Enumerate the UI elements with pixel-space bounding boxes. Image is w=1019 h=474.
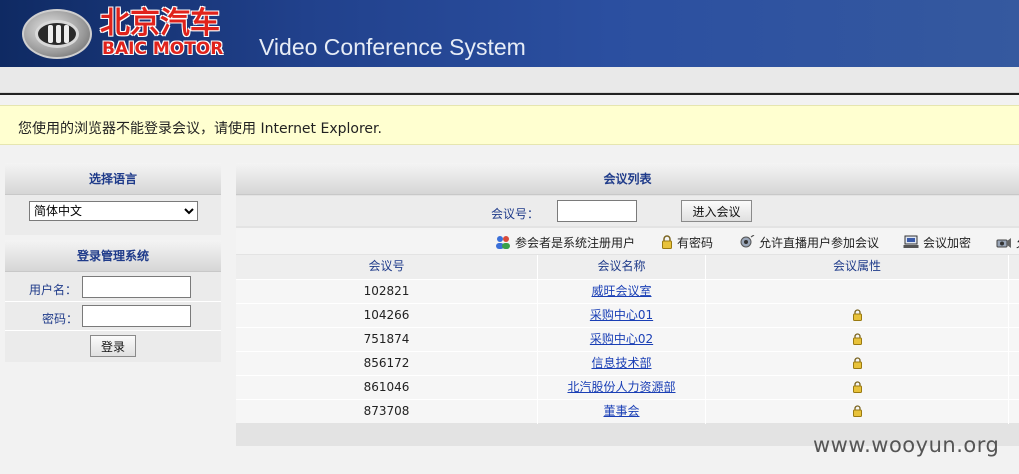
conference-name-cell: 采购中心02 — [538, 328, 706, 352]
lock-icon — [661, 235, 673, 252]
logo-english-text: BAIC MOTOR — [102, 39, 224, 59]
conference-number-cell: 751874 — [236, 328, 538, 352]
conference-name-link[interactable]: 信息技术部 — [591, 356, 651, 370]
username-input[interactable] — [82, 276, 191, 298]
watermark: www.wooyun.org — [813, 433, 1000, 457]
sub-header-bar — [0, 67, 1019, 93]
divider — [5, 301, 221, 302]
language-panel: 选择语言 简体中文 — [5, 163, 221, 235]
conference-number-cell: 104266 — [236, 304, 538, 328]
conference-number-cell: 856172 — [236, 352, 538, 376]
conference-name-link[interactable]: 威旺会议室 — [591, 284, 651, 298]
conference-extra-cell — [1009, 352, 1019, 376]
browser-warning-banner: 您使用的浏览器不能登录会议，请使用 Internet Explorer. — [0, 105, 1019, 145]
column-header-extra — [1009, 255, 1019, 279]
legend-item: 参会者是系统注册用户 — [495, 234, 635, 252]
registered-users-icon — [495, 235, 511, 252]
legend-label: 有密码 — [677, 236, 714, 250]
language-select[interactable]: 简体中文 — [29, 201, 198, 221]
legend-item: 有密码 — [661, 234, 713, 252]
conference-name-cell: 采购中心01 — [538, 304, 706, 328]
legend-row: 参会者是系统注册用户 有密码 允许直播用户参加会议 会议加密 允 — [236, 228, 1019, 254]
lock-icon — [852, 402, 862, 417]
lock-icon — [852, 378, 862, 393]
login-button[interactable]: 登录 — [90, 335, 136, 357]
conference-number-cell: 102821 — [236, 280, 538, 304]
language-panel-title: 选择语言 — [5, 163, 221, 195]
join-conference-button[interactable]: 进入会议 — [681, 200, 752, 222]
browser-warning-text: 您使用的浏览器不能登录会议，请使用 Internet Explorer. — [18, 121, 382, 137]
table-row: 102821 威旺会议室 — [236, 279, 1019, 304]
legend-item: 会议加密 — [903, 234, 971, 252]
username-label: 用户名： — [29, 283, 78, 297]
table-row: 104266 采购中心01 — [236, 303, 1019, 328]
conference-attributes-cell — [706, 376, 1009, 400]
conference-name-link[interactable]: 董事会 — [603, 404, 639, 418]
conference-attributes-cell — [706, 400, 1009, 424]
conference-number-cell: 873708 — [236, 400, 538, 424]
legend-label: 参会者是系统注册用户 — [515, 236, 636, 250]
conference-extra-cell — [1009, 328, 1019, 352]
conference-name-link[interactable]: 采购中心02 — [590, 332, 653, 346]
table-header: 会议号 会议名称 会议属性 — [236, 255, 1019, 279]
app-header: 北京汽车 BAIC MOTOR Video Conference System — [0, 0, 1019, 67]
lock-icon — [852, 354, 862, 369]
conference-attributes-cell — [706, 280, 1009, 304]
lock-icon — [852, 330, 862, 345]
lock-icon — [852, 306, 862, 321]
table-row: 751874 采购中心02 — [236, 327, 1019, 352]
computer-icon — [903, 235, 919, 252]
password-label: 密码： — [42, 312, 79, 326]
table-row: 873708 董事会 — [236, 399, 1019, 424]
legend-label: 允许直播用户参加会议 — [759, 236, 880, 250]
divider — [5, 330, 221, 331]
conference-name-link[interactable]: 采购中心01 — [590, 308, 653, 322]
table-row: 856172 信息技术部 — [236, 351, 1019, 376]
join-conference-row: 会议号： 进入会议 — [236, 196, 1019, 226]
app-title: Video Conference System — [259, 34, 526, 60]
baic-logo-icon — [22, 9, 92, 59]
conference-attributes-cell — [706, 328, 1009, 352]
login-panel: 登录管理系统 用户名： 密码： 登录 — [5, 240, 221, 362]
column-header-number: 会议号 — [236, 255, 538, 279]
password-input[interactable] — [82, 305, 191, 327]
conference-list-title: 会议列表 — [236, 163, 1019, 195]
conference-extra-cell — [1009, 304, 1019, 328]
conference-name-cell: 董事会 — [538, 400, 706, 424]
column-header-attributes: 会议属性 — [706, 255, 1009, 279]
conference-number-label: 会议号： — [491, 207, 540, 221]
conference-list-panel: 会议列表 会议号： 进入会议 参会者是系统注册用户 有密码 允许直播用户参加会议… — [236, 163, 1019, 446]
conference-number-cell: 861046 — [236, 376, 538, 400]
conference-attributes-cell — [706, 304, 1009, 328]
logo-chinese-text: 北京汽车 — [100, 6, 220, 41]
divider — [0, 93, 1019, 95]
conference-name-cell: 威旺会议室 — [538, 280, 706, 304]
conference-number-input[interactable] — [557, 200, 637, 222]
legend-item: 允 — [996, 234, 1019, 252]
login-panel-title: 登录管理系统 — [5, 240, 221, 272]
conference-extra-cell — [1009, 280, 1019, 304]
camera-icon — [996, 235, 1012, 252]
broadcast-icon — [739, 234, 755, 252]
conference-extra-cell — [1009, 400, 1019, 424]
column-header-name: 会议名称 — [538, 255, 706, 279]
table-row: 861046 北汽股份人力资源部 — [236, 375, 1019, 400]
conference-name-link[interactable]: 北汽股份人力资源部 — [567, 380, 675, 394]
conference-name-cell: 信息技术部 — [538, 352, 706, 376]
legend-label: 会议加密 — [923, 236, 972, 250]
conference-extra-cell — [1009, 376, 1019, 400]
legend-item: 允许直播用户参加会议 — [739, 234, 879, 252]
conference-name-cell: 北汽股份人力资源部 — [538, 376, 706, 400]
conference-attributes-cell — [706, 352, 1009, 376]
